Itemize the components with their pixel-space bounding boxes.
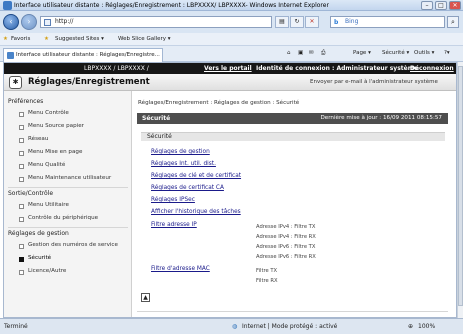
sidebar-divider — [8, 187, 128, 188]
suggested-sites-link[interactable]: Suggested Sites ▾ — [55, 36, 104, 42]
favorites-bar: ★ Favoris ★ Suggested Sites ▾ Web Slice … — [0, 33, 463, 46]
sidebar-item-reseau[interactable]: Réseau — [18, 136, 48, 143]
back-to-top-icon[interactable]: ▲ — [141, 293, 150, 302]
browser-tab[interactable]: Interface utilisateur distante : Réglage… — [3, 48, 163, 62]
link-ipsec[interactable]: Réglages IPSec — [151, 197, 195, 203]
page-menu[interactable]: Page ▾ — [353, 50, 371, 56]
forward-button[interactable]: › — [21, 14, 37, 30]
window-titlebar: Interface utilisateur distante : Réglage… — [0, 0, 463, 11]
vertical-scrollbar[interactable] — [457, 62, 463, 318]
ip-filter-value: Adresse IPv4 : Filtre RX — [256, 234, 316, 240]
login-identity: Identité de connexion : Administrateur s… — [256, 65, 419, 72]
tab-label: Interface utilisateur distante : Réglage… — [16, 52, 160, 58]
sidebar-divider — [8, 227, 128, 228]
help-menu[interactable]: ?▾ — [444, 50, 450, 56]
status-bar: Terminé ◍ Internet | Mode protégé : acti… — [0, 318, 463, 334]
back-button[interactable]: ‹ — [3, 14, 19, 30]
tab-page-icon — [7, 52, 14, 59]
sidebar-item-menu-controle[interactable]: Menu Contrôle — [18, 110, 69, 117]
minimize-button[interactable]: – — [421, 1, 433, 10]
close-button[interactable]: ✕ — [449, 1, 461, 10]
page-title: Réglages/Enregistrement — [28, 77, 150, 87]
bing-logo-icon: b — [334, 19, 339, 26]
settings-logo-icon: ✱ — [9, 76, 22, 89]
ip-filter-value: Adresse IPv6 : Filtre RX — [256, 254, 316, 260]
sidebar-item-controle-peripherique[interactable]: Contrôle du périphérique — [18, 215, 98, 222]
sidebar-item-securite[interactable]: Sécurité — [18, 255, 51, 262]
section-title: Sécurité — [142, 115, 171, 122]
web-slice-gallery-link[interactable]: Web Slice Gallery ▾ — [118, 36, 171, 42]
mail-admin-link[interactable]: Envoyer par e-mail à l'administrateur sy… — [310, 79, 438, 85]
link-filtre-ip[interactable]: Filtre adresse IP — [151, 222, 197, 228]
subsection-header: Sécurité — [141, 132, 445, 141]
section-header: Sécurité Dernière mise à jour : 16/09 20… — [137, 113, 448, 124]
sidebar-item-numeros-service[interactable]: Gestion des numéros de service — [18, 242, 118, 249]
maximize-button[interactable]: □ — [435, 1, 447, 10]
sidebar-item-menu-mise-en-page[interactable]: Menu Mise en page — [18, 149, 82, 156]
ie-icon — [3, 1, 12, 10]
ip-filter-value: Adresse IPv4 : Filtre TX — [256, 224, 316, 230]
home-icon[interactable]: ⌂ — [287, 50, 291, 56]
mac-filter-value: Filtre TX — [256, 268, 278, 274]
sidebar: Préférences Menu Contrôle Menu Source pa… — [4, 91, 132, 317]
breadcrumb: Réglages/Enregistrement : Réglages de ge… — [138, 100, 300, 106]
security-menu[interactable]: Sécurité ▾ — [382, 50, 409, 56]
sidebar-item-menu-source-papier[interactable]: Menu Source papier — [18, 123, 84, 130]
search-placeholder: Bing — [345, 18, 359, 25]
sidebar-item-menu-maintenance[interactable]: Menu Maintenance utilisateur — [18, 175, 111, 182]
compatibility-button[interactable]: ▤ — [275, 16, 289, 28]
add-favorite-icon[interactable]: ★ — [44, 36, 49, 42]
print-icon[interactable]: ⎙ — [321, 50, 325, 57]
feeds-icon[interactable]: ▣ — [298, 50, 303, 56]
link-certificat-ca[interactable]: Réglages de certificat CA — [151, 185, 224, 191]
url-text: http:// — [55, 18, 74, 25]
sidebar-section-sortie: Sortie/Contrôle — [8, 190, 54, 197]
last-update: Dernière mise à jour : 16/09 2011 08:15:… — [320, 115, 442, 121]
mail-icon[interactable]: ✉ — [309, 50, 314, 56]
stop-button[interactable]: ✕ — [305, 16, 319, 28]
zoom-icon: ⊕ — [408, 323, 414, 330]
favorites-star-icon: ★ — [3, 36, 8, 42]
status-text: Terminé — [4, 323, 28, 330]
logout-link[interactable]: Déconnexion — [410, 65, 454, 72]
sidebar-section-preferences: Préférences — [8, 98, 44, 105]
mac-filter-value: Filtre RX — [256, 278, 278, 284]
search-input[interactable]: b Bing — [330, 16, 445, 28]
tools-menu[interactable]: Outils ▾ — [414, 50, 434, 56]
refresh-button[interactable]: ↻ — [290, 16, 304, 28]
url-input[interactable]: http:// — [40, 16, 272, 28]
link-historique-taches[interactable]: Afficher l'historique des tâches — [151, 209, 241, 215]
page-icon — [44, 19, 51, 26]
globe-icon: ◍ — [232, 323, 238, 330]
address-toolbar: ‹ › http:// ▤ ↻ ✕ b Bing ⌕ — [0, 11, 463, 33]
search-button[interactable]: ⌕ — [447, 16, 459, 28]
app-header: ✱ Réglages/Enregistrement Envoyer par e-… — [4, 74, 456, 91]
sidebar-item-menu-utilitaire[interactable]: Menu Utilitaire — [18, 202, 69, 209]
device-name: LBPXXXX / LBPXXXX / — [84, 65, 149, 72]
link-filtre-mac[interactable]: Filtre d'adresse MAC — [151, 266, 210, 272]
sidebar-item-licence-autre[interactable]: Licence/Autre — [18, 268, 66, 275]
sidebar-item-menu-qualite[interactable]: Menu Qualité — [18, 162, 65, 169]
scrollbar-thumb[interactable] — [458, 66, 463, 306]
window-title: Interface utilisateur distante : Réglage… — [14, 2, 329, 9]
device-topbar: LBPXXXX / LBPXXXX / Vers le portail Iden… — [4, 63, 456, 74]
security-zone: Internet | Mode protégé : activé — [242, 323, 338, 330]
page-content: LBPXXXX / LBPXXXX / Vers le portail Iden… — [3, 62, 457, 318]
favorites-button[interactable]: Favoris — [11, 36, 30, 42]
portal-link[interactable]: Vers le portail — [204, 65, 252, 72]
link-reglages-int-util[interactable]: Réglages Int. util. dist. — [151, 161, 216, 167]
link-reglages-gestion[interactable]: Réglages de gestion — [151, 149, 210, 155]
ip-filter-value: Adresse IPv6 : Filtre TX — [256, 244, 316, 250]
footer-divider — [137, 311, 448, 312]
link-cle-certificat[interactable]: Réglages de clé et de certificat — [151, 173, 241, 179]
sidebar-section-reglages-gestion: Réglages de gestion — [8, 230, 69, 237]
zoom-level[interactable]: 100% — [418, 323, 435, 330]
